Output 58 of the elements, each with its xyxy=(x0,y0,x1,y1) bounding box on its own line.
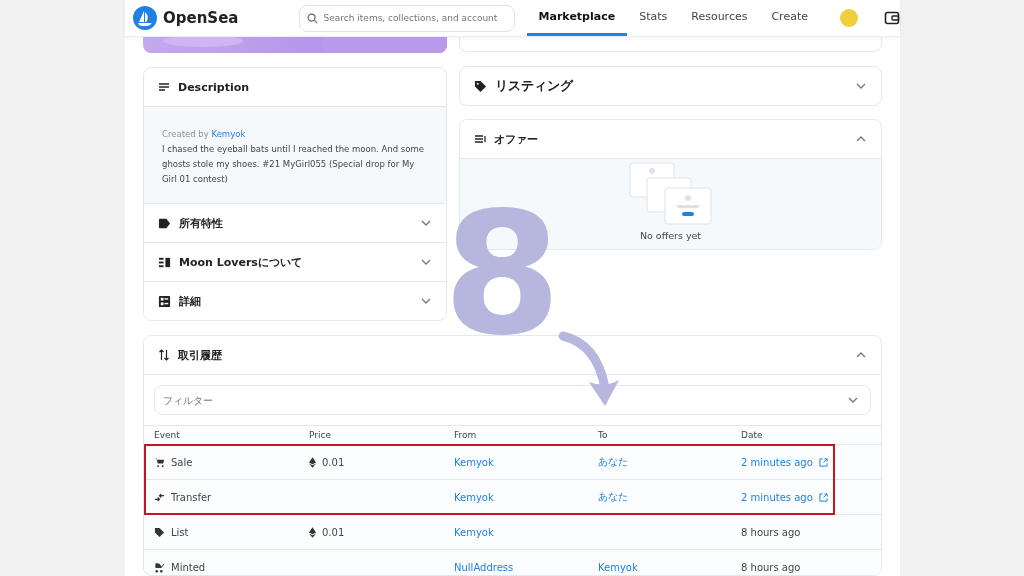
column-header: Price xyxy=(299,425,444,444)
column-header: Event xyxy=(144,425,299,444)
from-link[interactable]: Kemyok xyxy=(444,444,588,479)
transfer-icon xyxy=(154,491,165,503)
search-icon xyxy=(306,12,318,24)
logo-text[interactable]: OpenSea xyxy=(163,9,239,27)
tag-icon xyxy=(154,526,165,538)
ethereum-icon xyxy=(309,456,316,468)
section-title[interactable]: リスティング xyxy=(495,77,573,95)
section-title[interactable]: オファー xyxy=(494,131,538,147)
list-icon xyxy=(474,133,486,145)
creator-link[interactable]: Kemyok xyxy=(211,129,246,139)
description-text: I chased the eyeball bats until I reached the moon. And some ghosts stole my shoes. #21 MyGirl055 (Special drop for My Girl 01 contest) xyxy=(162,143,425,186)
search-field[interactable]: Search items, collections, and account xyxy=(298,4,515,32)
ethereum-icon xyxy=(309,526,316,538)
details-icon xyxy=(158,294,171,308)
date-cell[interactable]: 2 minutes ago xyxy=(731,479,881,514)
event-label: Minted xyxy=(171,561,206,573)
price-value: 0.01 xyxy=(322,526,345,538)
event-label: Sale xyxy=(171,456,193,468)
from-link[interactable]: Kemyok xyxy=(444,479,588,514)
text-lines-icon xyxy=(158,81,170,93)
step-number: 8 xyxy=(443,198,562,351)
section-title[interactable]: Description xyxy=(178,80,250,94)
price-value: 0.01 xyxy=(322,456,345,468)
nav-tab[interactable]: Create xyxy=(759,0,820,36)
stroller-icon xyxy=(154,561,165,573)
external-link-icon[interactable] xyxy=(818,457,828,467)
column-header: From xyxy=(444,425,588,444)
column-header: Date xyxy=(731,425,881,444)
sort-arrows-icon xyxy=(158,349,170,361)
event-label: List xyxy=(171,526,189,538)
logo-icon[interactable] xyxy=(133,6,157,30)
date-cell: 8 hours ago xyxy=(731,549,881,575)
external-link-icon[interactable] xyxy=(818,492,828,502)
from-link[interactable]: Kemyok xyxy=(444,514,588,549)
filter-field[interactable]: フィルター xyxy=(154,385,871,415)
to-link[interactable]: Kemyok xyxy=(588,549,731,575)
date-cell[interactable]: 2 minutes ago xyxy=(731,444,881,479)
section-title[interactable]: 取引履歴 xyxy=(178,347,222,363)
section-title[interactable]: Moon Loversについて xyxy=(179,254,302,270)
from-link[interactable]: NullAddress xyxy=(444,549,588,575)
tag-icon xyxy=(158,216,171,230)
event-label: Transfer xyxy=(171,491,212,503)
to-link[interactable]: あなた xyxy=(588,479,731,514)
column-header: To xyxy=(588,425,731,444)
wallet-icon[interactable] xyxy=(884,10,900,26)
section-title[interactable]: 所有特性 xyxy=(179,215,223,231)
date-cell: 8 hours ago xyxy=(731,514,881,549)
created-by-label: Created by xyxy=(162,129,209,139)
nav-tab[interactable]: Marketplace xyxy=(526,0,628,36)
to-link[interactable]: あなた xyxy=(588,444,731,479)
nav-tab[interactable]: Stats xyxy=(627,0,680,36)
empty-state-text: No offers yet xyxy=(639,230,702,241)
list-icon xyxy=(158,255,171,269)
tag-icon xyxy=(474,79,487,93)
nav-tab[interactable]: Resources xyxy=(679,0,760,36)
section-title[interactable]: 詳細 xyxy=(179,293,201,309)
